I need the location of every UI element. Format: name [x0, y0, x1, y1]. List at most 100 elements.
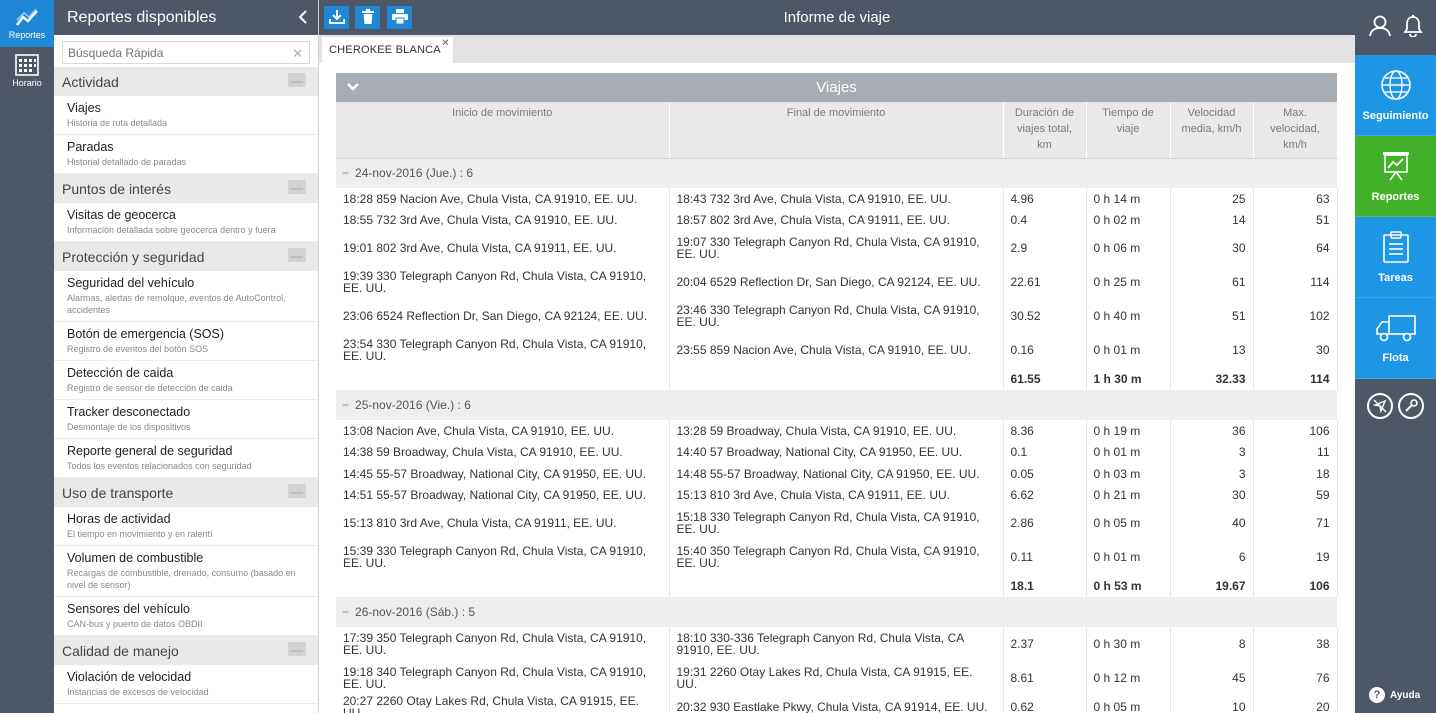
start-cell: 18:55 732 3rd Ave, Chula Vista, CA 91910… [336, 209, 670, 231]
presentation-chart-icon [1380, 150, 1412, 191]
rail-item-horario[interactable]: Horario [0, 47, 54, 94]
table-header-row: Inicio de movimiento Final de movimiento… [336, 102, 1338, 159]
table-row[interactable]: 23:06 6524 Reflection Dr, San Diego, CA … [336, 299, 1338, 333]
tab-close-icon[interactable]: ✕ [441, 38, 450, 49]
sidebar-section-header[interactable]: Puntos de interés [54, 174, 318, 203]
sidebar-report-item[interactable]: Visitas de geocerca Información detallada… [54, 203, 318, 242]
no-location-icon[interactable] [1367, 393, 1394, 419]
table-row[interactable]: 14:38 59 Broadway, Chula Vista, CA 91910… [336, 441, 1338, 463]
table-row[interactable]: 17:39 350 Telegraph Canyon Rd, Chula Vis… [336, 627, 1338, 661]
max-speed-cell: 76 [1253, 661, 1338, 695]
time-cell: 0 h 05 m [1086, 695, 1171, 713]
column-header-start[interactable]: Inicio de movimiento [336, 102, 670, 159]
question-icon: ? [1369, 687, 1385, 703]
nav-tareas-button[interactable]: Tareas [1355, 217, 1436, 298]
group-row[interactable]: −25-nov-2016 (Vie.) : 6 [336, 390, 1337, 420]
table-row[interactable]: 19:39 330 Telegraph Canyon Rd, Chula Vis… [336, 265, 1338, 299]
table-row[interactable]: 19:18 340 Telegraph Canyon Rd, Chula Vis… [336, 661, 1338, 695]
column-header-time[interactable]: Tiempo de viaje [1086, 102, 1171, 159]
collapse-minus-icon[interactable]: − [342, 166, 349, 180]
right-top-actions [1355, 0, 1436, 55]
wrench-icon[interactable] [1397, 393, 1424, 419]
distance-cell: 8.36 [1003, 420, 1087, 442]
top-bar: Informe de viaje [319, 0, 1355, 35]
end-cell: 13:28 59 Broadway, Chula Vista, CA 91910… [669, 420, 1004, 442]
column-header-end[interactable]: Final de movimiento [669, 102, 1004, 159]
rail-item-label: Reportes [8, 29, 46, 40]
sidebar-report-item[interactable]: Botón de emergencia (SOS) Registro de eve… [54, 322, 318, 361]
chevron-down-icon[interactable] [346, 73, 360, 112]
table-row[interactable]: 15:39 330 Telegraph Canyon Rd, Chula Vis… [336, 540, 1338, 574]
section-title: Uso de transporte [62, 484, 174, 501]
report-item-title: Seguridad del vehículo [67, 276, 195, 290]
tab-vehicle[interactable]: CHEROKEE BLANCA ✕ [322, 37, 453, 63]
table-row[interactable]: 14:45 55-57 Broadway, National City, CA … [336, 463, 1338, 485]
section-toggle-icon[interactable] [288, 642, 306, 656]
help-button[interactable]: ? Ayuda [1369, 687, 1420, 703]
search-input[interactable] [63, 42, 309, 63]
table-row[interactable]: 18:28 859 Nacion Ave, Chula Vista, CA 91… [336, 188, 1338, 210]
total-distance-cell: 61.55 [1003, 367, 1087, 390]
distance-cell: 8.61 [1003, 661, 1087, 695]
section-toggle-icon[interactable] [288, 73, 306, 87]
user-icon[interactable] [1368, 15, 1392, 40]
table-row[interactable]: 20:27 2260 Otay Lakes Rd, Chula Vista, C… [336, 695, 1338, 713]
max-speed-cell: 11 [1253, 441, 1338, 463]
reports-chart-icon [15, 8, 39, 30]
avg-speed-cell: 8 [1170, 627, 1254, 661]
distance-cell: 2.86 [1003, 506, 1087, 540]
table-row[interactable]: 15:13 810 3rd Ave, Chula Vista, CA 91911… [336, 506, 1338, 540]
tab-label: CHEROKEE BLANCA [329, 44, 441, 56]
column-header-max-speed[interactable]: Max. velocidad, km/h [1253, 102, 1338, 159]
start-cell: 14:51 55-57 Broadway, National City, CA … [336, 484, 670, 506]
end-cell: 18:10 330-336 Telegraph Canyon Rd, Chula… [669, 627, 1004, 661]
sidebar-report-item[interactable]: Paradas Historial detallado de paradas [54, 135, 318, 174]
start-cell: 19:18 340 Telegraph Canyon Rd, Chula Vis… [336, 661, 670, 695]
table-row[interactable]: 13:08 Nacion Ave, Chula Vista, CA 91910,… [336, 420, 1338, 442]
sidebar-report-item[interactable]: Violación de velocidad Instancias de exce… [54, 665, 318, 704]
delete-button[interactable] [355, 6, 380, 29]
panel-header: Viajes [336, 73, 1337, 102]
nav-seguimiento-button[interactable]: Seguimiento [1355, 55, 1436, 136]
end-cell: 15:18 330 Telegraph Canyon Rd, Chula Vis… [669, 506, 1004, 540]
download-button[interactable] [324, 6, 349, 29]
total-row: 18.1 0 h 53 m 19.67 106 [336, 574, 1338, 597]
rail-item-reportes[interactable]: Reportes [0, 0, 54, 47]
table-row[interactable]: 19:01 802 3rd Ave, Chula Vista, CA 91911… [336, 231, 1338, 265]
sidebar-report-item[interactable]: Horas de actividad El tiempo en movimient… [54, 507, 318, 546]
nav-reportes-button[interactable]: Reportes [1355, 136, 1436, 217]
bell-icon[interactable] [1403, 15, 1423, 40]
total-time-cell: 0 h 53 m [1086, 574, 1171, 597]
column-header-distance[interactable]: Duración de viajes total, km [1003, 102, 1087, 159]
collapse-minus-icon[interactable]: − [342, 605, 349, 619]
section-toggle-icon[interactable] [288, 248, 306, 262]
start-cell: 19:39 330 Telegraph Canyon Rd, Chula Vis… [336, 265, 670, 299]
column-header-avg-speed[interactable]: Velocidad media, km/h [1170, 102, 1254, 159]
sidebar-section-header[interactable]: Calidad de manejo [54, 636, 318, 665]
sidebar-section-header[interactable]: Protección y seguridad [54, 242, 318, 271]
sidebar-report-item[interactable]: Detección de caida Registro de sensor de … [54, 361, 318, 400]
table-row[interactable]: 23:54 330 Telegraph Canyon Rd, Chula Vis… [336, 333, 1338, 367]
group-row[interactable]: −26-nov-2016 (Sáb.) : 5 [336, 597, 1337, 627]
clear-search-icon[interactable]: ✕ [292, 46, 303, 62]
sidebar-report-item[interactable]: Volumen de combustible Recargas de combus… [54, 546, 318, 597]
collapse-minus-icon[interactable]: − [342, 398, 349, 412]
sidebar-report-item[interactable]: Sensores del vehículo CAN-bus y puerto de… [54, 597, 318, 636]
report-item-description: Todos los eventos relacionados con segur… [67, 461, 252, 471]
right-tool-buttons [1355, 379, 1436, 419]
group-row[interactable]: −24-nov-2016 (Jue.) : 6 [336, 158, 1337, 188]
sidebar-report-item[interactable]: Reporte general de seguridad Todos los ev… [54, 439, 318, 478]
nav-flota-button[interactable]: Flota [1355, 298, 1436, 379]
collapse-chevron-icon[interactable] [298, 9, 308, 30]
sidebar-report-item[interactable]: Tracker desconectado Desmontaje de los di… [54, 400, 318, 439]
print-button[interactable] [387, 6, 412, 29]
group-cell: −25-nov-2016 (Vie.) : 6 [336, 390, 1337, 420]
sidebar-section-header[interactable]: Actividad [54, 67, 318, 96]
sidebar-section-header[interactable]: Uso de transporte [54, 478, 318, 507]
table-row[interactable]: 14:51 55-57 Broadway, National City, CA … [336, 484, 1338, 506]
sidebar-report-item[interactable]: Seguridad del vehículo Alarmas, alertas d… [54, 271, 318, 322]
table-row[interactable]: 18:55 732 3rd Ave, Chula Vista, CA 91910… [336, 209, 1338, 231]
section-toggle-icon[interactable] [288, 484, 306, 498]
sidebar-report-item[interactable]: Viajes Historia de ruta detallada [54, 96, 318, 135]
section-toggle-icon[interactable] [288, 180, 306, 194]
